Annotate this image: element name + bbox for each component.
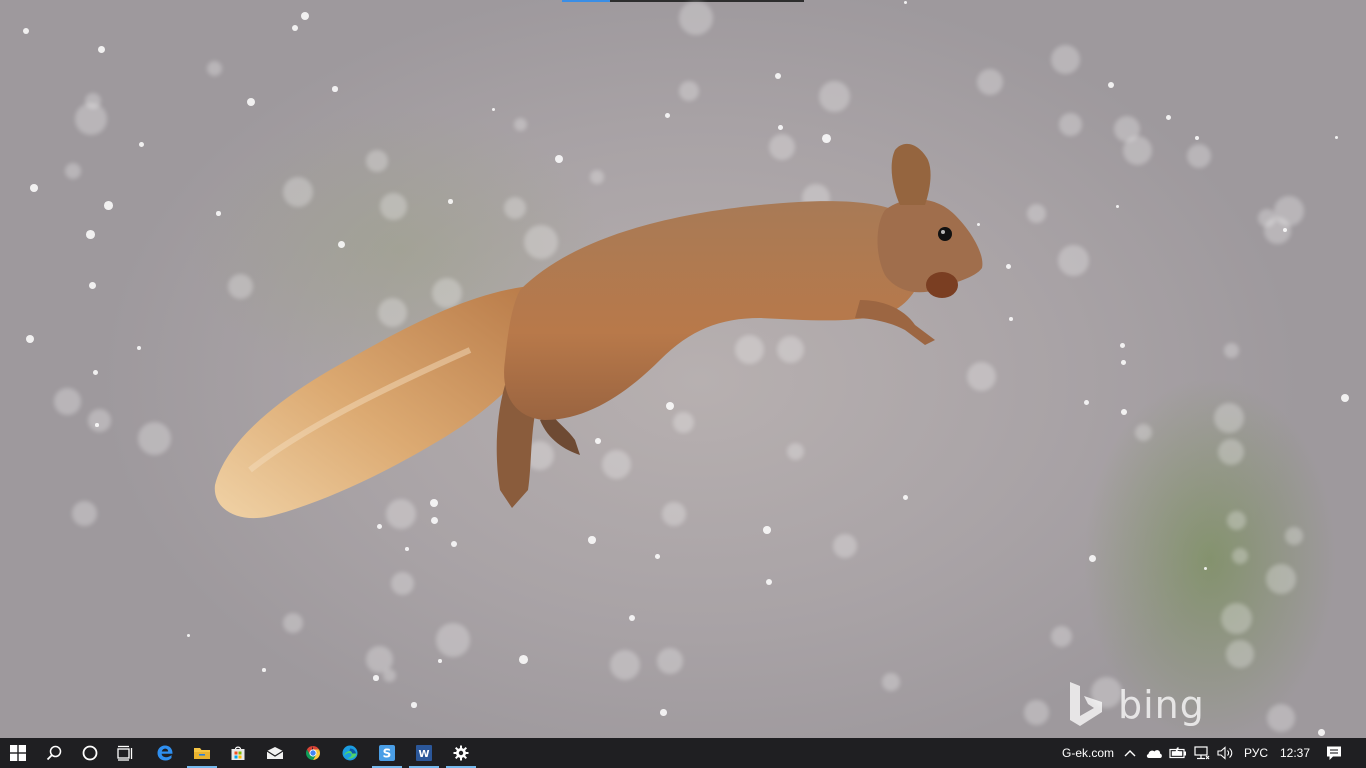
network-wired-icon bbox=[1194, 746, 1210, 760]
speaker-icon bbox=[1217, 746, 1233, 760]
settings-button[interactable] bbox=[443, 738, 479, 768]
desktop-wallpaper: bing bbox=[0, 0, 1366, 738]
show-hidden-icons-button[interactable] bbox=[1119, 738, 1141, 768]
chevron-up-icon bbox=[1124, 750, 1136, 757]
app-s-button[interactable]: S bbox=[369, 738, 405, 768]
svg-text:W: W bbox=[418, 749, 429, 760]
network-tray-button[interactable] bbox=[1191, 738, 1213, 768]
chrome-button[interactable] bbox=[295, 738, 331, 768]
chrome-icon bbox=[306, 746, 320, 760]
app-s-icon: S bbox=[379, 745, 395, 761]
start-button[interactable] bbox=[0, 738, 36, 768]
folder-icon bbox=[194, 748, 210, 759]
taskbar: S W G-ek.com РУС 12:37 bbox=[0, 738, 1366, 768]
tray-site-label[interactable]: G-ek.com bbox=[1062, 738, 1114, 768]
word-button[interactable]: W bbox=[406, 738, 442, 768]
store-bag-icon bbox=[231, 746, 245, 760]
squirrel-image bbox=[214, 143, 983, 519]
edge-icon bbox=[342, 745, 358, 761]
edge-legacy-icon bbox=[157, 745, 173, 761]
word-icon: W bbox=[416, 745, 432, 761]
cortana-ring-icon bbox=[82, 745, 98, 761]
edge-legacy-button[interactable] bbox=[147, 738, 183, 768]
battery-tray-button[interactable] bbox=[1167, 738, 1189, 768]
clock[interactable]: 12:37 bbox=[1280, 738, 1310, 768]
task-view-button[interactable] bbox=[108, 738, 144, 768]
input-language-indicator[interactable]: РУС bbox=[1244, 738, 1268, 768]
windows-icon bbox=[10, 745, 26, 761]
notification-icon bbox=[1327, 746, 1341, 760]
svg-text:S: S bbox=[383, 747, 392, 761]
gear-icon bbox=[453, 745, 469, 761]
task-view-icon bbox=[117, 745, 133, 761]
cloud-icon bbox=[1146, 750, 1162, 758]
mail-icon bbox=[266, 747, 284, 759]
volume-tray-button[interactable] bbox=[1215, 738, 1237, 768]
mail-button[interactable] bbox=[257, 738, 293, 768]
battery-icon bbox=[1169, 747, 1186, 759]
action-center-button[interactable] bbox=[1322, 738, 1346, 768]
bing-logo-icon bbox=[1070, 682, 1102, 726]
bing-watermark: bing bbox=[1066, 680, 1205, 730]
cortana-button[interactable] bbox=[72, 738, 108, 768]
edge-button[interactable] bbox=[332, 738, 368, 768]
search-icon bbox=[46, 745, 62, 761]
store-button[interactable] bbox=[220, 738, 256, 768]
onedrive-tray-button[interactable] bbox=[1143, 738, 1165, 768]
bing-wordmark: bing bbox=[1118, 683, 1205, 727]
search-button[interactable] bbox=[36, 738, 72, 768]
file-explorer-button[interactable] bbox=[184, 738, 220, 768]
